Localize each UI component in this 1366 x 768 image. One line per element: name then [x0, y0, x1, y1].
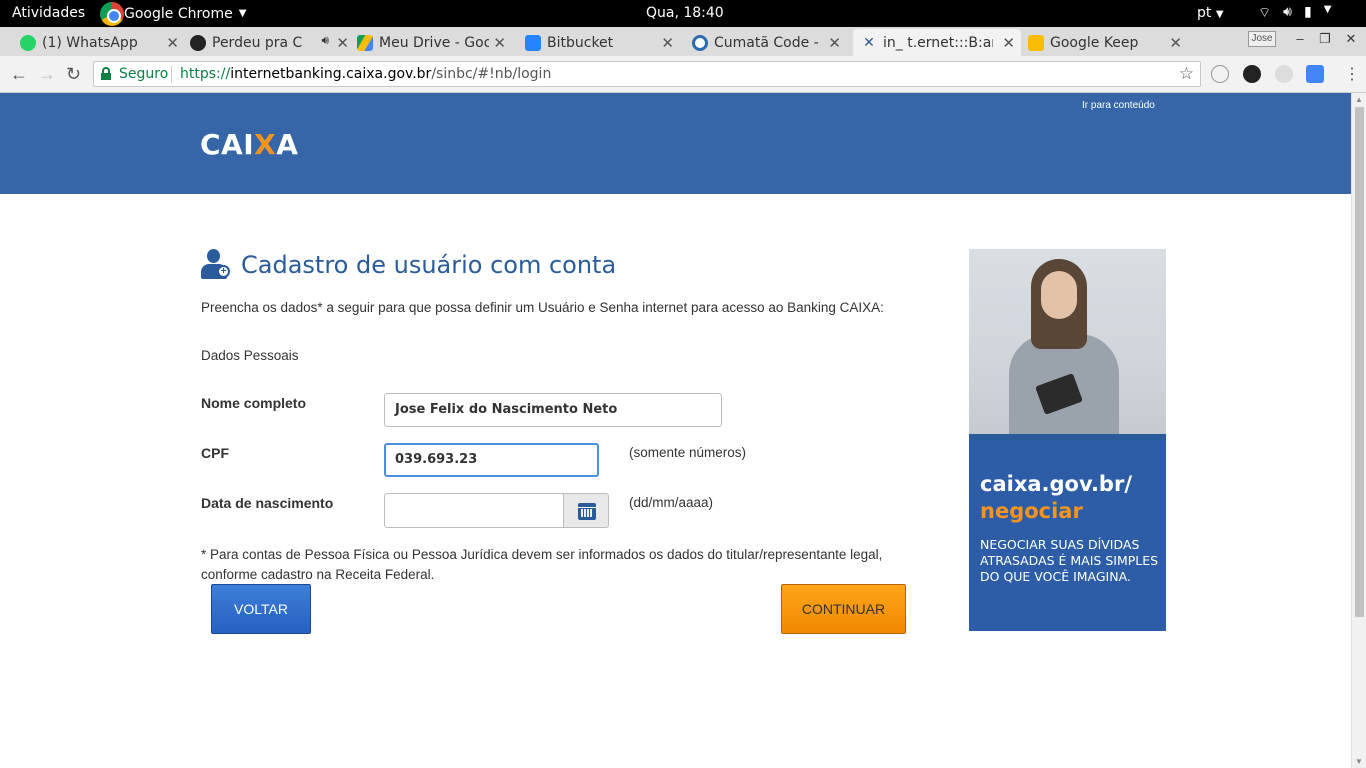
scrollbar-thumb[interactable] — [1355, 107, 1364, 617]
system-top-bar: Atividades Google Chrome ▼ Qua, 18:40 pt… — [0, 0, 1366, 27]
birth-date-input[interactable] — [384, 493, 564, 528]
birth-date-hint: (dd/mm/aaaa) — [629, 495, 714, 510]
menu-kebab-icon[interactable]: ⋮ — [1344, 64, 1360, 84]
bookmark-star-icon[interactable]: ☆ — [1179, 64, 1194, 84]
wifi-icon: ⌔ — [1258, 5, 1272, 21]
address-bar[interactable]: Seguro https://internetbanking.caixa.gov… — [93, 61, 1201, 87]
url-host: internetbanking.caixa.gov.br — [230, 66, 432, 82]
bitbucket-icon — [525, 34, 541, 51]
full-name-input[interactable]: Jose Felix do Nascimento Neto — [384, 393, 722, 427]
clock[interactable]: Qua, 18:40 — [646, 5, 724, 21]
close-window-icon[interactable]: ✕ — [1341, 31, 1361, 49]
tab-google-drive[interactable]: Meu Drive - Goo ✕ — [357, 29, 512, 56]
tab-title: Bitbucket — [547, 34, 614, 51]
chrome-icon — [100, 1, 124, 26]
footnote: * Para contas de Pessoa Física ou Pessoa… — [201, 547, 883, 582]
intro-text: Preencha os dados* a seguir para que pos… — [201, 300, 884, 315]
tab-google-keep[interactable]: Google Keep ✕ — [1028, 29, 1188, 56]
tab-whatsapp[interactable]: (1) WhatsApp ✕ — [20, 29, 185, 56]
page-title: Cadastro de usuário com conta — [241, 251, 617, 279]
google-translate-icon[interactable] — [1306, 65, 1324, 83]
lock-icon — [101, 67, 111, 80]
maximize-icon[interactable]: ❐ — [1315, 31, 1335, 49]
divider — [171, 66, 172, 83]
app-menu[interactable]: Google Chrome ▼ — [100, 0, 246, 27]
audio-icon[interactable]: 🔊︎ — [321, 33, 329, 48]
reload-icon[interactable]: ↻ — [66, 64, 81, 85]
chevron-down-icon: ▼ — [238, 8, 247, 19]
close-icon[interactable]: ✕ — [1169, 34, 1182, 52]
back-arrow-icon[interactable]: ← — [10, 64, 28, 85]
ad-title: caixa.gov.br/ negociar — [980, 472, 1132, 523]
caixa-logo[interactable]: CAIXA — [200, 128, 298, 161]
section-label: Dados Pessoais — [201, 348, 299, 363]
minimize-icon[interactable]: – — [1290, 31, 1310, 49]
site-header: Ir para conteúdo CAIXA — [0, 93, 1351, 194]
add-user-icon: + — [200, 249, 232, 281]
tab-title: (1) WhatsApp — [42, 34, 138, 51]
system-menu[interactable]: ⌔ 🔊︎ ▮ ▼ — [1258, 4, 1331, 22]
tab-strip: (1) WhatsApp ✕ Perdeu pra C 🔊︎ ✕ Meu Dri… — [0, 27, 1366, 56]
app-name: Google Chrome — [124, 5, 233, 22]
tab-caixa[interactable]: ✕ in_ t.ernet:::B:an ✕ — [853, 29, 1021, 56]
google-drive-icon — [357, 34, 373, 51]
language-label: pt — [1197, 5, 1212, 21]
tab-bitbucket[interactable]: Bitbucket ✕ — [525, 29, 680, 56]
tab-title: Meu Drive - Goo — [379, 34, 489, 51]
close-icon[interactable]: ✕ — [493, 34, 506, 52]
extension-icon[interactable] — [1275, 65, 1293, 83]
close-icon[interactable]: ✕ — [336, 34, 349, 52]
continue-button[interactable]: CONTINUAR — [781, 584, 906, 634]
url-path: /sinbc/#!nb/login — [431, 66, 552, 82]
close-icon[interactable]: ✕ — [1002, 34, 1015, 52]
caixa-icon: ✕ — [863, 34, 875, 51]
ad-body: NEGOCIAR SUAS DÍVIDAS ATRASADAS É MAIS S… — [980, 537, 1159, 584]
close-icon[interactable]: ✕ — [166, 34, 179, 52]
google-keep-icon — [1028, 34, 1044, 51]
web-page: Ir para conteúdo CAIXA + Cadastro de usu… — [0, 93, 1351, 768]
profile-badge[interactable]: Jose — [1248, 31, 1276, 47]
url-scheme: https:// — [180, 66, 231, 82]
tab-cumata-code[interactable]: Cumatã Code - ✕ — [692, 29, 847, 56]
tab-title: Perdeu pra C — [212, 34, 303, 51]
battery-icon: ▮ — [1304, 4, 1312, 20]
close-icon[interactable]: ✕ — [661, 34, 674, 52]
tab-title: in_ t.ernet:::B:an — [883, 34, 993, 51]
url-text: https://internetbanking.caixa.gov.br/sin… — [180, 66, 551, 82]
calendar-icon — [578, 503, 596, 520]
calendar-button[interactable] — [563, 493, 609, 528]
scroll-down-icon[interactable]: ▼ — [1355, 757, 1363, 766]
activities-button[interactable]: Atividades — [12, 5, 85, 21]
page-heading: + Cadastro de usuário com conta — [200, 249, 616, 281]
whatsapp-icon — [20, 34, 36, 51]
language-indicator[interactable]: pt ▼ — [1197, 5, 1224, 21]
browser-toolbar: ← → ↻ Seguro https://internetbanking.cai… — [0, 56, 1366, 93]
link-icon — [692, 34, 708, 51]
ad-photo — [969, 249, 1166, 440]
cpf-input[interactable]: 039.693.23 — [384, 443, 599, 477]
forward-arrow-icon[interactable]: → — [38, 64, 56, 85]
spotify-icon — [190, 34, 206, 51]
birth-date-label: Data de nascimento — [201, 495, 334, 511]
cpf-label: CPF — [201, 445, 229, 461]
page-scrollbar[interactable]: ▲ ▼ — [1351, 93, 1366, 768]
chevron-down-icon: ▼ — [1323, 4, 1332, 15]
extension-icon[interactable] — [1211, 65, 1229, 83]
volume-icon: 🔊︎ — [1283, 4, 1292, 20]
close-icon[interactable]: ✕ — [828, 34, 841, 52]
advertisement-banner[interactable]: caixa.gov.br/ negociar NEGOCIAR SUAS DÍV… — [969, 249, 1166, 631]
cpf-hint: (somente números) — [629, 445, 747, 460]
github-extension-icon[interactable] — [1243, 65, 1261, 83]
skip-to-content-link[interactable]: Ir para conteúdo — [1082, 100, 1155, 111]
tab-spotify[interactable]: Perdeu pra C 🔊︎ ✕ — [190, 29, 355, 56]
tab-title: Cumatã Code - — [714, 34, 819, 51]
tab-title: Google Keep — [1050, 34, 1139, 51]
name-label: Nome completo — [201, 395, 307, 411]
scroll-up-icon[interactable]: ▲ — [1355, 95, 1363, 104]
security-label: Seguro — [119, 66, 169, 82]
back-button[interactable]: VOLTAR — [211, 584, 311, 634]
